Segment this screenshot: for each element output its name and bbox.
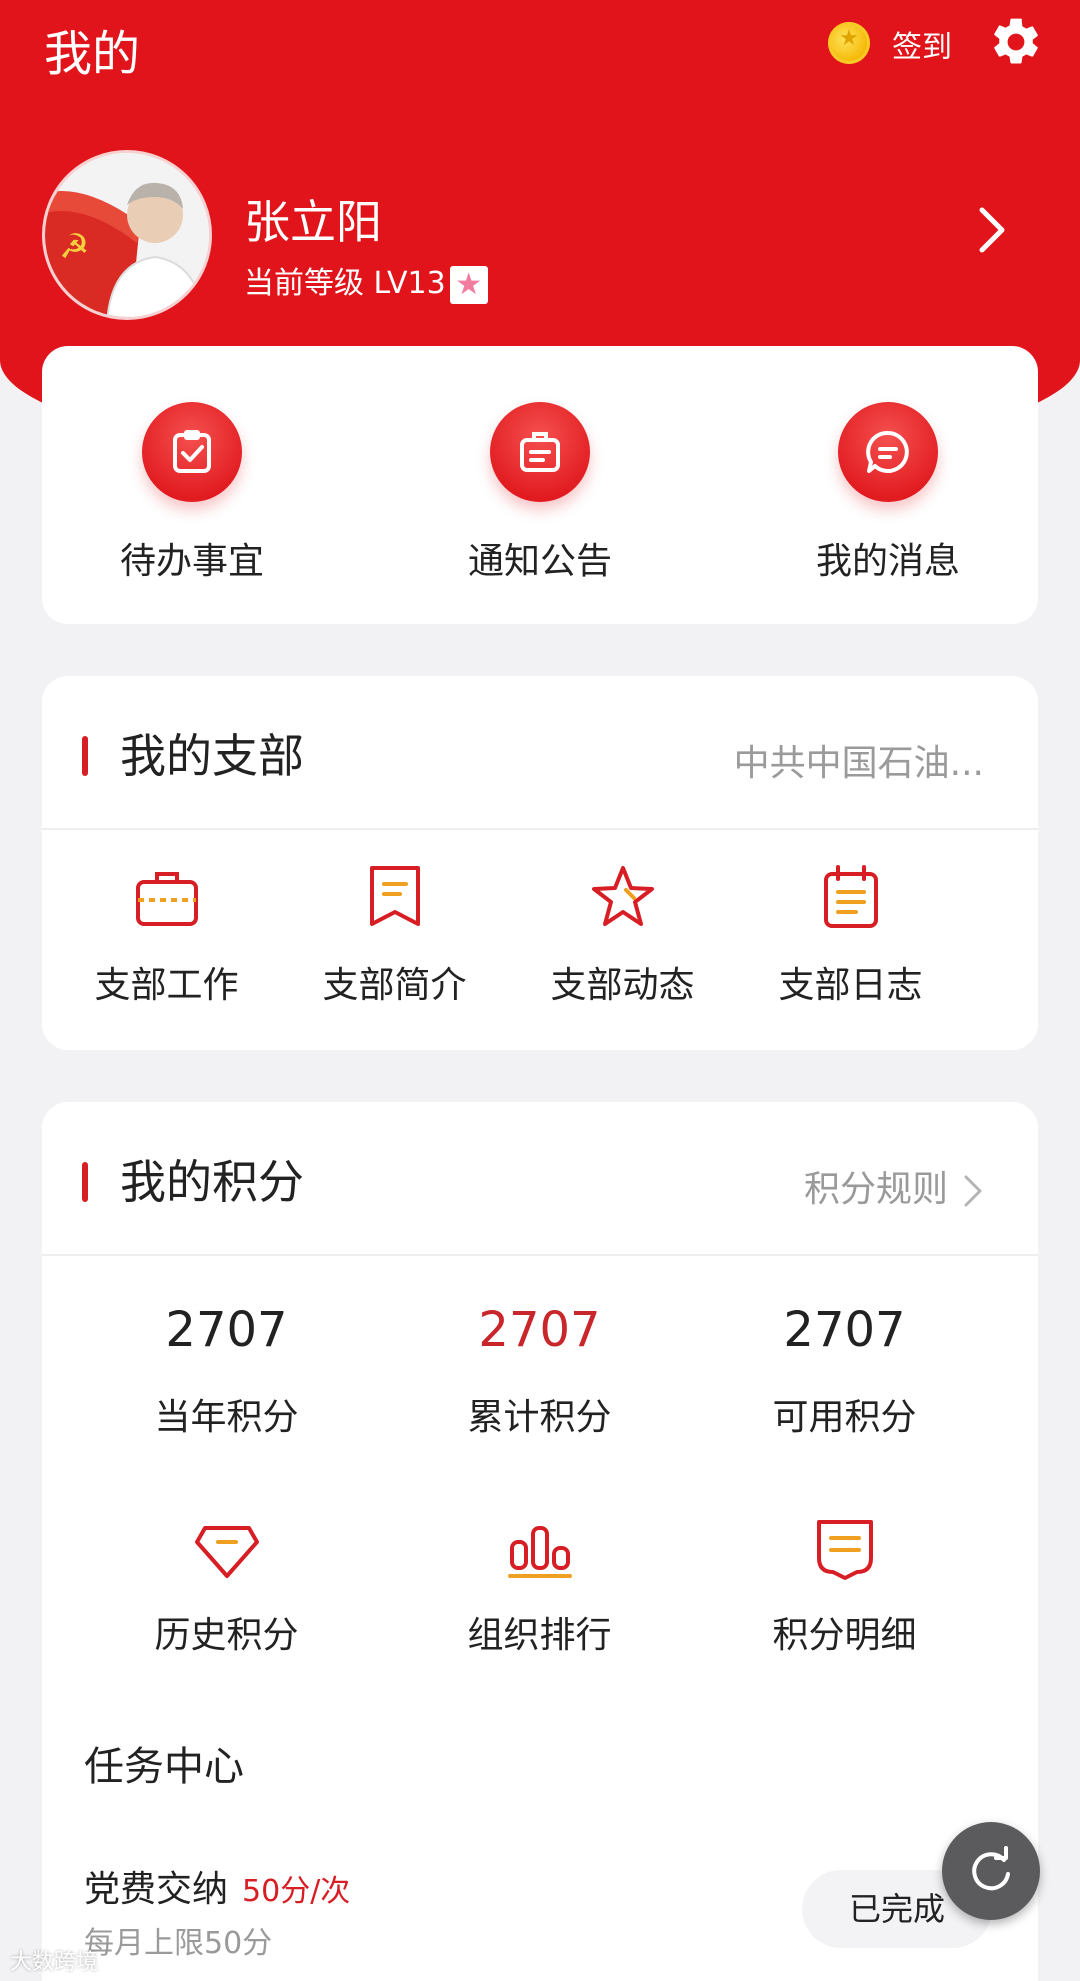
top-bar: 我的 签到 — [0, 0, 1080, 96]
section-accent-bar — [82, 736, 88, 776]
avatar[interactable]: ☭ — [42, 150, 212, 320]
branch-item-work[interactable]: 支部工作 — [52, 862, 281, 1008]
points-card-header: 我的积分 积分规则 — [42, 1102, 1038, 1256]
tool-label: 积分明细 — [772, 1615, 917, 1656]
branch-title: 我的支部 — [120, 729, 304, 783]
stat-year-points[interactable]: 2707 当年积分 — [74, 1302, 379, 1440]
branch-item-intro[interactable]: 支部简介 — [280, 862, 509, 1008]
stat-label: 当年积分 — [154, 1397, 299, 1438]
star-icon — [591, 866, 654, 926]
tool-org-ranking[interactable]: 组织排行 — [387, 1512, 692, 1658]
stat-value: 2707 — [783, 1302, 906, 1358]
chevron-right-icon — [964, 1175, 982, 1207]
branch-card-header[interactable]: 我的支部 中共中国石油... — [42, 676, 1038, 830]
gear-icon[interactable] — [988, 14, 1044, 70]
stat-value: 2707 — [165, 1302, 288, 1358]
clipboard-check-icon — [173, 430, 211, 473]
calendar-icon — [823, 865, 878, 928]
task-limit: 每月上限50分 — [84, 1926, 273, 1961]
notice-board-icon — [520, 432, 560, 472]
watermark: 大数跨境 — [10, 1950, 99, 1975]
level-text: 当前等级 LV13 — [244, 266, 446, 301]
message-bubble-icon — [866, 431, 909, 473]
quick-actions-card: 待办事宜 通知公告 我的消息 — [42, 346, 1038, 624]
points-rules-label: 积分规则 — [803, 1169, 948, 1210]
stat-available-points[interactable]: 2707 可用积分 — [692, 1302, 997, 1440]
quick-action-notices[interactable]: 通知公告 — [390, 402, 690, 584]
tool-label: 历史积分 — [154, 1615, 299, 1656]
branch-item-label: 支部工作 — [94, 965, 239, 1006]
diamond-icon — [194, 1526, 259, 1578]
section-accent-bar — [82, 1162, 88, 1202]
level-star-icon: ★ — [449, 265, 488, 304]
user-name: 张立阳 — [244, 195, 382, 249]
refresh-icon — [972, 1846, 1010, 1891]
stat-value: 2707 — [478, 1302, 601, 1358]
branch-card: 我的支部 中共中国石油... 支部工作 支部简介 支部动态 支部日志 — [42, 676, 1038, 1050]
task-points: 50分/次 — [242, 1874, 351, 1909]
task-center-heading: 任务中心 — [84, 1744, 244, 1790]
profile-section[interactable]: ☭ 张立阳 当前等级 LV13 ★ — [0, 140, 1080, 320]
bookmark-icon — [369, 866, 420, 926]
points-card: 我的积分 积分规则 2707 当年积分 2707 累计积分 2707 可用积分 … — [42, 1102, 1038, 1981]
branch-item-label: 支部动态 — [550, 965, 695, 1006]
quick-action-circle — [490, 402, 590, 502]
quick-action-messages[interactable]: 我的消息 — [738, 402, 1038, 584]
stat-label: 可用积分 — [772, 1397, 917, 1438]
svg-text:☭: ☭ — [59, 227, 89, 267]
quick-action-todo[interactable]: 待办事宜 — [42, 402, 342, 584]
checkin-button[interactable]: 签到 — [892, 22, 952, 66]
tool-label: 组织排行 — [467, 1615, 612, 1656]
receipt-icon — [816, 1520, 873, 1580]
branch-org-name[interactable]: 中共中国石油... — [734, 734, 984, 786]
avatar-image: ☭ — [45, 153, 209, 317]
coin-icon[interactable] — [828, 22, 870, 64]
points-rules-link[interactable]: 积分规则 — [804, 1160, 984, 1212]
quick-action-circle — [142, 402, 242, 502]
page-title: 我的 — [44, 26, 141, 82]
stat-total-points[interactable]: 2707 累计积分 — [387, 1302, 692, 1440]
branch-item-news[interactable]: 支部动态 — [508, 862, 737, 1008]
branch-item-label: 支部日志 — [778, 965, 923, 1006]
quick-action-circle — [838, 402, 938, 502]
branch-item-log[interactable]: 支部日志 — [736, 862, 965, 1008]
quick-action-label: 我的消息 — [815, 541, 960, 582]
briefcase-icon — [135, 872, 198, 926]
chevron-right-icon[interactable] — [972, 200, 1012, 260]
quick-action-label: 通知公告 — [467, 541, 612, 582]
bar-chart-icon — [507, 1526, 572, 1578]
stat-label: 累计积分 — [467, 1397, 612, 1438]
tool-points-detail[interactable]: 积分明细 — [692, 1512, 997, 1658]
tool-history-points[interactable]: 历史积分 — [74, 1512, 379, 1658]
quick-action-label: 待办事宜 — [119, 541, 264, 582]
refresh-button[interactable] — [942, 1822, 1040, 1920]
points-title: 我的积分 — [120, 1155, 304, 1209]
task-name-text: 党费交纳 — [84, 1869, 229, 1910]
user-level: 当前等级 LV13 ★ — [244, 258, 488, 304]
task-item-name: 党费交纳 50分/次 — [84, 1860, 350, 1912]
branch-item-label: 支部简介 — [322, 965, 467, 1006]
